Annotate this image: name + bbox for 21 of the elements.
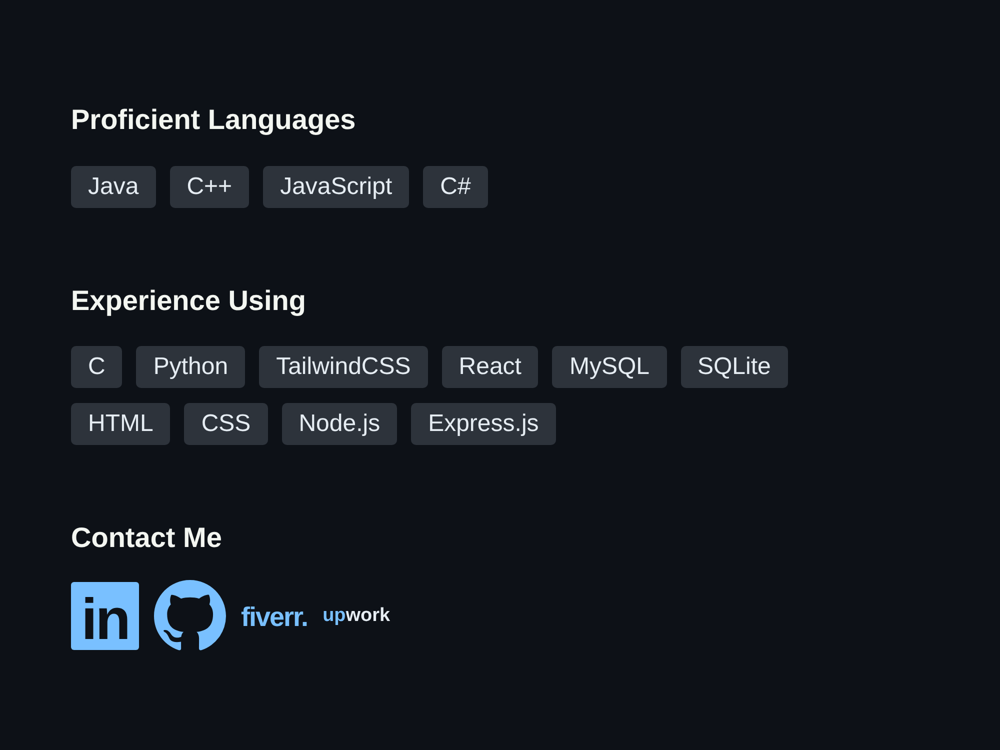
section-heading: Proficient Languages	[71, 103, 357, 137]
skill-tag: Java	[71, 166, 156, 208]
skill-tag: Node.js	[282, 403, 398, 446]
skill-tag: C	[71, 346, 122, 388]
skill-tag: C#	[423, 166, 488, 208]
skill-tag: SQLite	[680, 346, 788, 388]
section-heading: Experience Using	[71, 284, 307, 318]
skill-tag: Express.js	[411, 403, 556, 446]
github-icon[interactable]	[154, 580, 226, 652]
skill-tag: JavaScript	[263, 166, 410, 208]
skill-tag: C++	[170, 166, 250, 208]
skill-tag: CSS	[184, 403, 268, 446]
linkedin-link[interactable]: in	[71, 582, 139, 650]
skill-tag: Python	[136, 346, 246, 388]
skill-tag: TailwindCSS	[259, 346, 428, 388]
upwork-link[interactable]: upwork	[322, 606, 390, 626]
skill-tag: HTML	[71, 403, 170, 446]
skill-tag: React	[442, 346, 538, 388]
skill-tag: MySQL	[552, 346, 666, 388]
fiverr-link[interactable]: fiverr.	[241, 604, 308, 632]
section-heading: Contact Me	[71, 521, 223, 555]
